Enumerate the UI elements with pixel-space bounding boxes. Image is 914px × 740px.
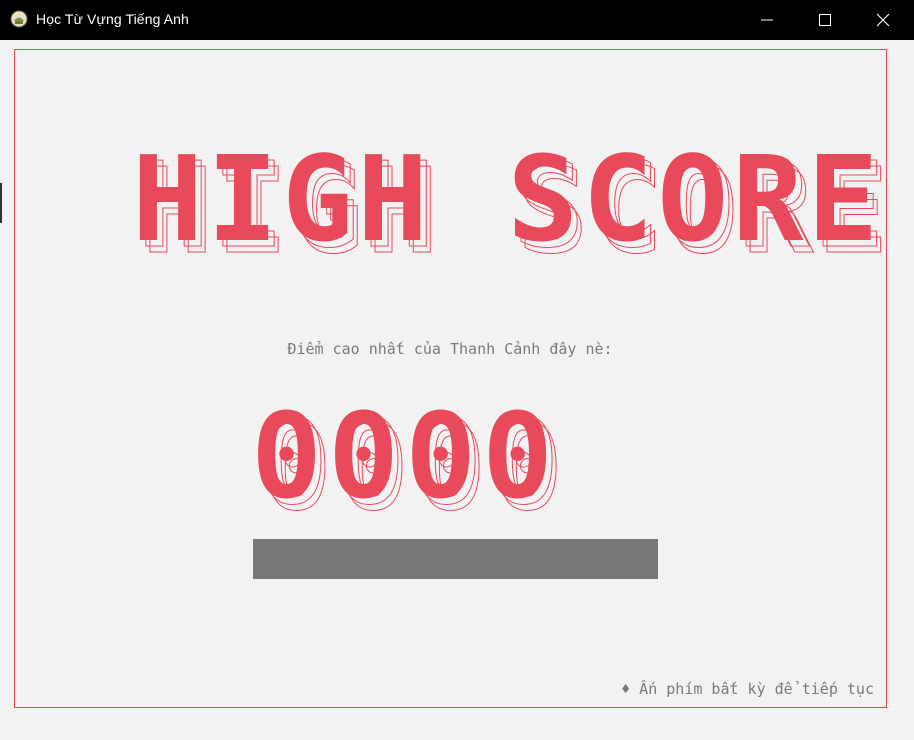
highscore-subtitle: Điểm cao nhất của Thanh Cảnh đây nè:: [287, 340, 613, 358]
minimize-icon: [761, 19, 773, 21]
continue-hint: ♦ Ấn phím bất kỳ để tiếp tục: [621, 680, 874, 698]
close-icon: [876, 13, 890, 27]
window-title: Học Từ Vựng Tiếng Anh: [36, 11, 189, 27]
maximize-icon: [819, 14, 831, 26]
minimize-button[interactable]: [738, 0, 796, 40]
maximize-button[interactable]: [796, 0, 854, 40]
window-edge-marker: [0, 183, 2, 223]
app-icon: [10, 10, 28, 28]
score-bar: [253, 539, 658, 579]
content-frame: [14, 49, 887, 708]
close-button[interactable]: [854, 0, 912, 40]
title-bar: Học Từ Vựng Tiếng Anh: [0, 0, 914, 40]
